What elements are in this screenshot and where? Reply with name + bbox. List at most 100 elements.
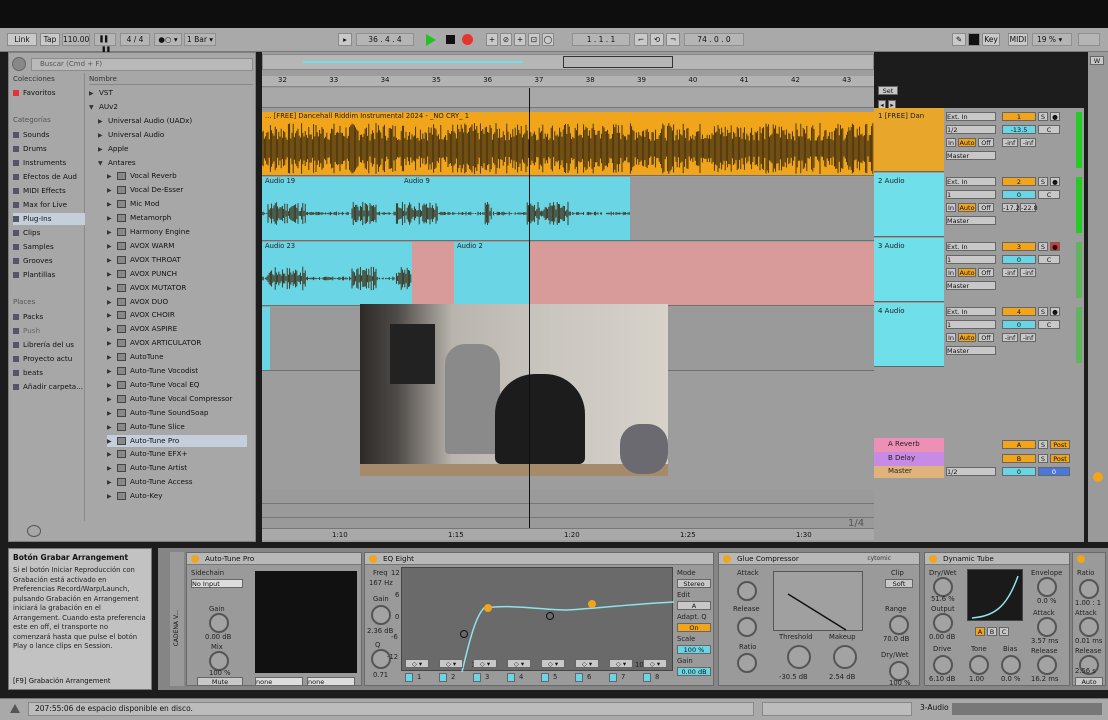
monitor-in-button[interactable]: In — [946, 138, 956, 147]
automation-arm-icon[interactable]: ⊘ — [500, 33, 512, 46]
loop-switch-icon[interactable]: ⟲ — [650, 33, 664, 46]
audio-clip[interactable] — [262, 307, 270, 370]
return-a-letter[interactable]: A — [1002, 440, 1036, 449]
eq-band-filter-select[interactable]: ◇ ▾ — [507, 659, 531, 668]
peak-level-right[interactable]: -22.8 — [1020, 203, 1038, 212]
overview-viewport[interactable] — [563, 56, 673, 68]
volume-field[interactable]: 0 — [1002, 320, 1036, 329]
track-activator[interactable]: 1 — [1002, 112, 1036, 121]
input-channel-select[interactable]: 1/2 — [946, 125, 996, 134]
input-channel-select[interactable]: 1 — [946, 320, 996, 329]
browser-tree-item[interactable]: ▶ Vocal De-Esser — [107, 184, 183, 196]
scale-field[interactable]: 100 % — [677, 645, 711, 654]
collapse-arrow-icon[interactable]: ▶ — [107, 310, 117, 322]
device-on-icon[interactable] — [723, 555, 731, 563]
master-volume[interactable]: 0 — [1002, 467, 1036, 476]
eq-band-toggle[interactable] — [541, 673, 549, 682]
post-button[interactable]: Post — [1050, 454, 1070, 463]
browser-tree-item[interactable]: ▶ AVOX MUTATOR — [107, 282, 186, 294]
collapse-arrow-icon[interactable]: ▶ — [107, 283, 117, 295]
overview-bar[interactable] — [262, 54, 874, 70]
output-select[interactable]: Master — [946, 216, 996, 225]
sidebar-item-drums[interactable]: Drums — [13, 143, 85, 155]
eq-band-3-handle[interactable] — [546, 612, 554, 620]
browser-tree-item[interactable]: ▼ AUv2 — [89, 101, 118, 113]
loop-start-field[interactable]: 1 . 1 . 1 — [572, 33, 630, 46]
browser-tree-item[interactable]: ▶ Universal Audio — [98, 129, 164, 141]
output-gain-field[interactable]: 0.00 dB — [677, 667, 711, 676]
collapse-arrow-icon[interactable]: ▶ — [107, 394, 117, 406]
automation-icon[interactable] — [1093, 472, 1103, 482]
browser-tree-item[interactable]: ▶ AVOX WARM — [107, 240, 174, 252]
device-on-icon[interactable] — [191, 555, 199, 563]
browser-tree-item[interactable]: ▶ Universal Audio (UADx) — [98, 115, 192, 127]
eq-band-filter-select[interactable]: ◇ ▾ — [643, 659, 667, 668]
browser-tree-item[interactable]: ▶ AVOX DUO — [107, 296, 168, 308]
attack-knob[interactable] — [737, 581, 757, 601]
monitor-in-button[interactable]: In — [946, 333, 956, 342]
arrangement-position[interactable]: 36 . 4 . 4 — [356, 33, 414, 46]
midi-map-button[interactable]: MIDI — [1008, 33, 1028, 46]
eq-band-toggle[interactable] — [405, 673, 413, 682]
eq-band-1-handle[interactable] — [460, 630, 468, 638]
soft-clip-button[interactable]: Soft — [885, 579, 913, 588]
pan-field[interactable]: C — [1038, 320, 1060, 329]
browser-tree-item[interactable]: ▼ Antares — [98, 157, 136, 169]
peak-level-right[interactable]: -inf — [1020, 268, 1036, 277]
sidebar-item-audio-effects[interactable]: Efectos de Aud — [13, 171, 85, 183]
volume-field[interactable]: 0 — [1002, 255, 1036, 264]
bar-ruler[interactable]: 32 33 34 35 36 37 38 39 40 41 42 43 — [262, 76, 874, 87]
overdub-icon[interactable]: + — [486, 33, 498, 46]
collapse-arrow-icon[interactable]: ▶ — [107, 324, 117, 336]
input-type-select[interactable]: Ext. In — [946, 307, 996, 316]
collapse-arrow-icon[interactable]: ▶ — [107, 199, 117, 211]
arm-button[interactable]: ● — [1050, 112, 1060, 121]
return-track-b-header[interactable]: B Delay — [874, 452, 944, 466]
sidebar-item-add-folder[interactable]: Añadir carpeta... — [13, 381, 85, 393]
volume-field[interactable]: 0 — [1002, 190, 1036, 199]
gain-knob[interactable] — [371, 605, 391, 625]
solo-button[interactable]: S — [1038, 112, 1048, 121]
tap-button[interactable]: Tap — [40, 33, 60, 46]
monitor-auto-button[interactable]: Auto — [958, 203, 976, 212]
sidebar-item-clips[interactable]: Clips — [13, 227, 85, 239]
gain-knob[interactable] — [209, 613, 229, 633]
punch-in-icon[interactable]: ⌐ — [634, 33, 648, 46]
eq-band-toggle[interactable] — [609, 673, 617, 682]
tube-type-b-button[interactable]: B — [987, 627, 997, 636]
audio-clip[interactable]: Audio 2 — [454, 242, 530, 305]
collapse-arrow-icon[interactable]: ▶ — [107, 269, 117, 281]
peak-level-left[interactable]: -inf — [1002, 333, 1018, 342]
link-button[interactable]: Link — [7, 33, 37, 46]
collapse-arrow-icon[interactable]: ▶ — [107, 477, 117, 489]
re-enable-automation-icon[interactable]: + — [514, 33, 526, 46]
browser-tree-item[interactable]: ▶ Auto-Tune Vocodist — [107, 365, 198, 377]
eq-band-4-handle[interactable] — [588, 600, 596, 608]
eq-band-toggle[interactable] — [439, 673, 447, 682]
collapse-arrow-icon[interactable]: ▶ — [107, 463, 117, 475]
eq-band-filter-select[interactable]: ◇ ▾ — [575, 659, 599, 668]
eq-band-toggle[interactable] — [473, 673, 481, 682]
pan-field[interactable]: C — [1038, 255, 1060, 264]
sidebar-item-plug-ins[interactable]: Plug-Ins — [13, 213, 85, 225]
w-button[interactable]: W — [1090, 56, 1104, 65]
eq-band-filter-select[interactable]: ◇ ▾ — [439, 659, 463, 668]
pan-field[interactable]: C — [1038, 125, 1060, 134]
audio-clip[interactable]: ... [FREE] Dancehall Riddim Instrumental… — [262, 112, 874, 175]
play-icon[interactable] — [426, 34, 436, 46]
eq-band-filter-select[interactable]: ◇ ▾ — [609, 659, 633, 668]
auto-button[interactable]: Auto — [1075, 677, 1103, 685]
capture-icon[interactable]: ⊡ — [528, 33, 540, 46]
input-channel-select[interactable]: 1 — [946, 190, 996, 199]
selected-region[interactable] — [412, 242, 454, 305]
peak-level-right[interactable]: -inf — [1020, 333, 1036, 342]
keyboard-icon[interactable] — [968, 33, 980, 46]
peak-level-left[interactable]: -inf — [1002, 138, 1018, 147]
sidebar-item-max-for-live[interactable]: Max for Live — [13, 199, 85, 211]
search-input[interactable]: Buscar (Cmd + F) — [31, 58, 253, 71]
output-select[interactable]: Master — [946, 281, 996, 290]
sidebar-item-grooves[interactable]: Grooves — [13, 255, 85, 267]
browser-tree-item[interactable]: ▶ Auto-Tune Vocal EQ — [107, 379, 199, 391]
range-knob[interactable] — [889, 615, 909, 635]
sidebar-item-beats[interactable]: beats — [13, 367, 85, 379]
